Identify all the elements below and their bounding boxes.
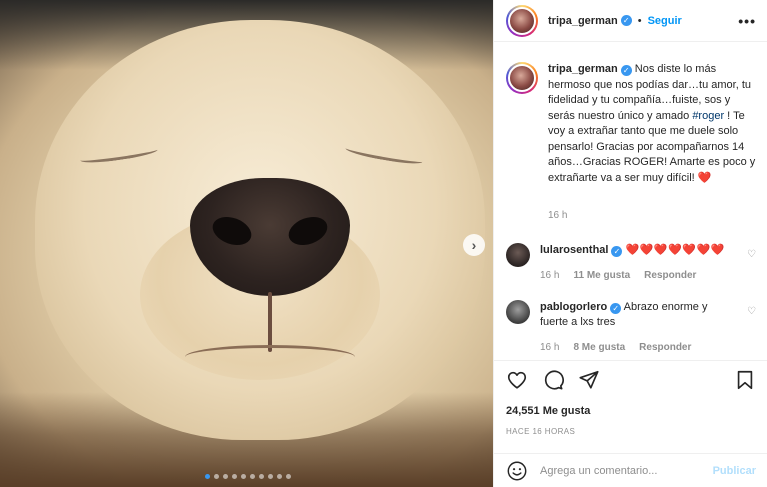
comment-meta: 16 h 8 Me gusta Responder — [540, 340, 730, 355]
commenter-avatar[interactable] — [506, 243, 530, 267]
post-photo-puppy[interactable]: › — [0, 0, 493, 487]
follow-button[interactable]: Seguir — [648, 15, 682, 27]
puppy-mouth — [185, 345, 355, 369]
post-actions: 24,551 Me gusta HACE 16 HORAS Publicar — [494, 360, 767, 487]
comment-input[interactable] — [540, 465, 700, 477]
comment-time[interactable]: 16 h — [540, 268, 559, 283]
commenter-avatar[interactable] — [506, 300, 530, 324]
verified-badge-icon: ✓ — [620, 65, 632, 76]
comment-item: lularosenthal ✓ ❤️❤️❤️❤️❤️❤️❤️ 16 h 11 Me… — [506, 243, 758, 283]
comment-item: pablogorlero ✓ Abrazo enorme y fuerte a l… — [506, 300, 758, 355]
heart-emoji: ❤️ — [697, 171, 712, 184]
heart-outline-icon[interactable] — [506, 369, 528, 391]
carousel-dot — [223, 474, 228, 479]
publish-button[interactable]: Publicar — [713, 465, 756, 477]
comment-likes[interactable]: 8 Me gusta — [573, 340, 625, 355]
verified-badge-icon: ✓ — [610, 303, 622, 314]
add-comment-bar: Publicar — [494, 453, 767, 487]
likes-count[interactable]: 24,551 Me gusta — [506, 405, 590, 417]
carousel-dot — [214, 474, 219, 479]
carousel-dot — [268, 474, 273, 479]
separator-dot: • — [637, 14, 642, 27]
commenter-username[interactable]: pablogorlero — [540, 301, 607, 313]
caption-time[interactable]: 16 h — [548, 210, 567, 221]
commenter-username[interactable]: lularosenthal — [540, 244, 608, 256]
more-options-icon[interactable]: ••• — [738, 13, 756, 29]
hashtag-link[interactable]: #roger — [692, 110, 724, 122]
author-username[interactable]: tripa_german — [548, 15, 618, 27]
carousel-dot — [232, 474, 237, 479]
post-side-panel: tripa_german ✓ • Seguir ••• tripa_german… — [493, 0, 767, 487]
chevron-right-icon: › — [471, 237, 477, 253]
comment-like-icon[interactable]: ♡ — [747, 249, 756, 260]
bookmark-icon[interactable] — [734, 369, 756, 391]
verified-badge-icon: ✓ — [620, 15, 632, 26]
carousel-indicator — [205, 474, 291, 479]
carousel-dot — [259, 474, 264, 479]
carousel-dot — [250, 474, 255, 479]
speech-bubble-icon[interactable] — [542, 369, 564, 391]
post-caption: tripa_german ✓ Nos diste lo más hermoso q… — [506, 62, 758, 221]
comment-like-icon[interactable]: ♡ — [747, 306, 756, 317]
reply-button[interactable]: Responder — [639, 340, 691, 355]
caption-text: tripa_german ✓ Nos diste lo más hermoso q… — [548, 62, 758, 186]
smiley-face-icon[interactable] — [506, 460, 528, 482]
next-image-button[interactable]: › — [463, 234, 485, 256]
comment-text: ❤️❤️❤️❤️❤️❤️❤️ — [625, 244, 725, 256]
carousel-dot — [205, 474, 210, 479]
carousel-dot — [277, 474, 282, 479]
carousel-dot — [286, 474, 291, 479]
caption-username[interactable]: tripa_german — [548, 63, 618, 75]
comment-likes[interactable]: 11 Me gusta — [573, 268, 630, 283]
instagram-post: › tripa_german ✓ • Seguir ••• tripa_germ… — [0, 0, 767, 487]
post-header: tripa_german ✓ • Seguir ••• — [494, 0, 767, 42]
comment-time[interactable]: 16 h — [540, 340, 559, 355]
post-timestamp[interactable]: HACE 16 HORAS — [506, 427, 575, 436]
caption-author-avatar[interactable] — [506, 62, 538, 94]
paper-plane-icon[interactable] — [578, 369, 600, 391]
carousel-dot — [241, 474, 246, 479]
author-avatar[interactable] — [506, 4, 538, 37]
reply-button[interactable]: Responder — [644, 268, 696, 283]
verified-badge-icon: ✓ — [611, 246, 623, 257]
comment-meta: 16 h 11 Me gusta Responder — [540, 268, 730, 283]
